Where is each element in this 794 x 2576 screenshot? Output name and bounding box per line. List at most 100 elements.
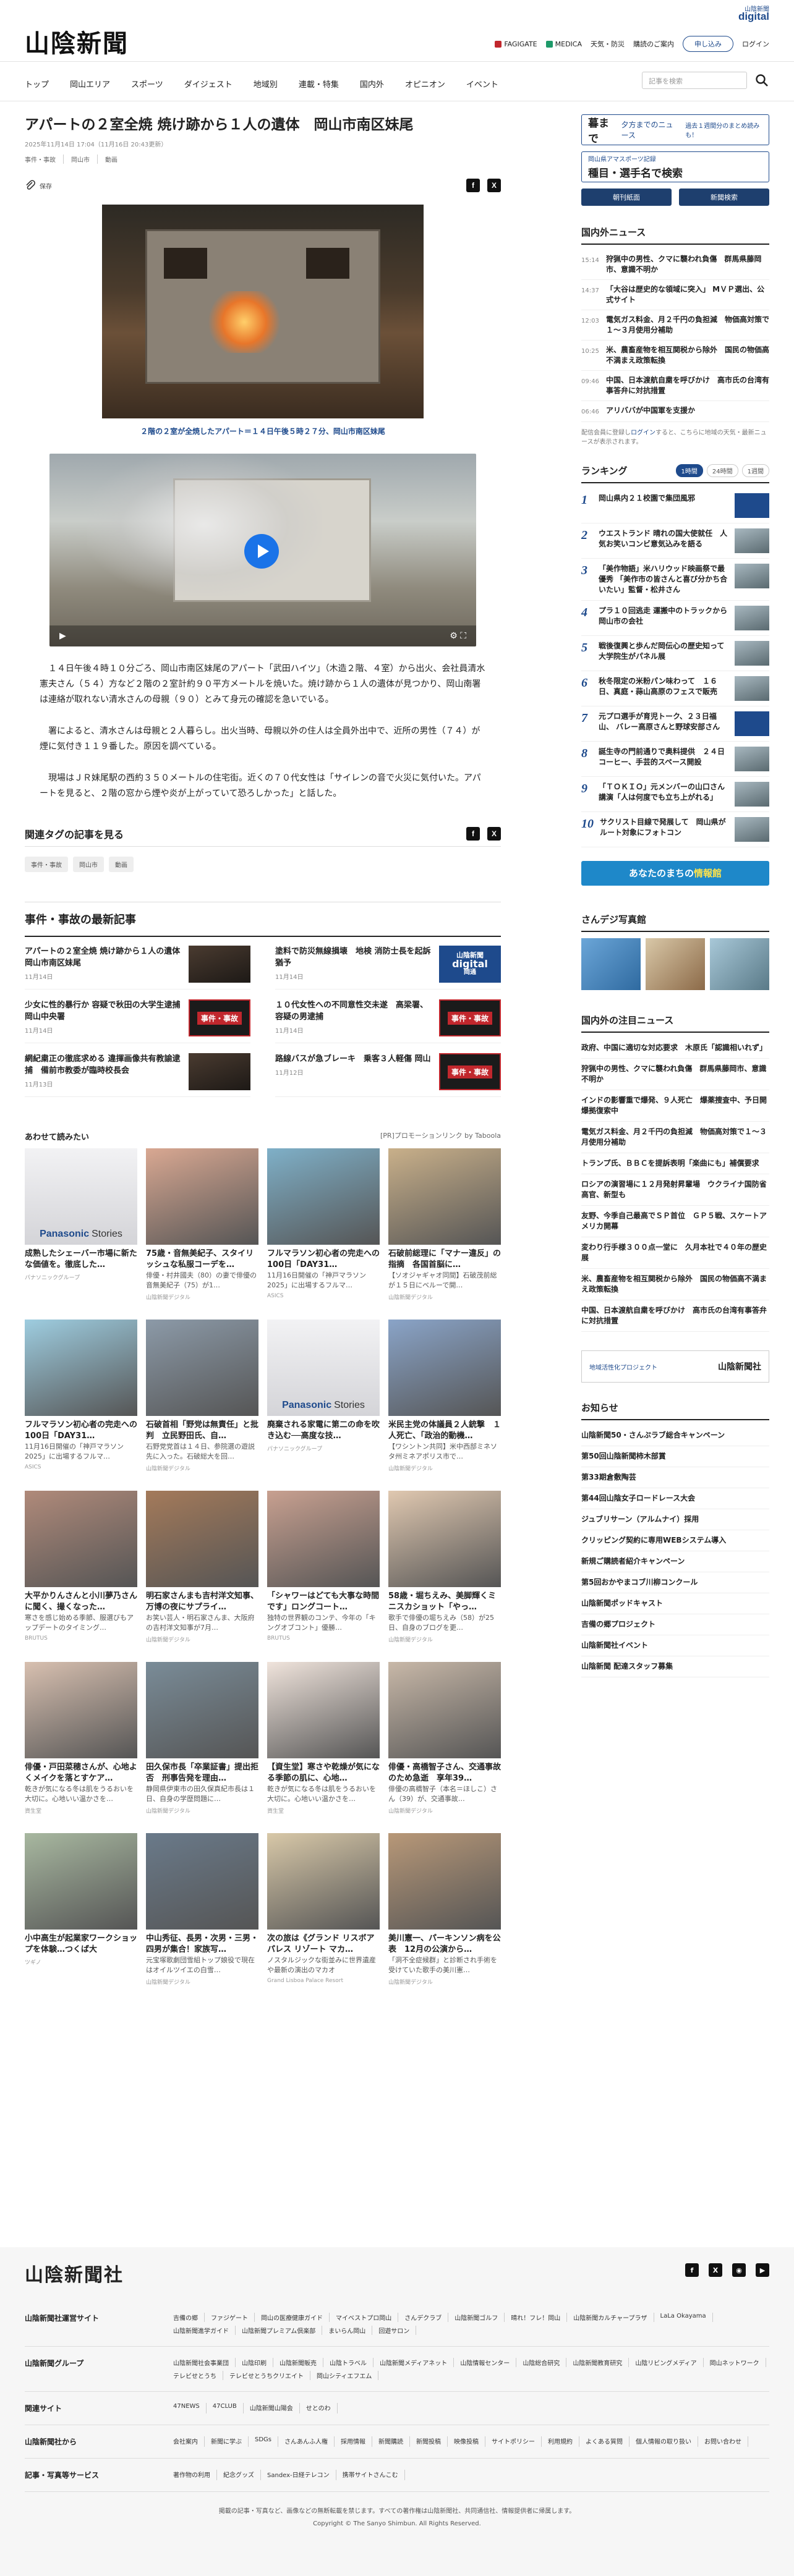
notice-item[interactable]: ジュブリサーン（アルムナイ）採用 [581,1509,769,1530]
ranking-item[interactable]: 9 「ＴＯＫＩＯ」元メンバーの山口さん講演「人は何度でも立ち上がれる」 [581,777,769,812]
footer-link[interactable]: 新聞投稿 [410,2436,448,2447]
news-item[interactable]: 06:46 アリババが中国軍を支援か [581,401,769,422]
notable-news-item[interactable]: 政府、中国に適切な対応要求 木原氏「認識相いれず」 [581,1038,769,1059]
footer-link[interactable]: 岡山ネットワーク [704,2358,766,2367]
ranking-item[interactable]: 6 秋冬限定の米粉パン味わって １６日、真庭・蒜山高原のフェスで販売 [581,671,769,706]
footer-link[interactable]: 山陰トラベル [323,2358,374,2367]
ranking-item[interactable]: 8 誕生寺の門前通りで奥料提供 ２４日コーヒー、手芸的スペース開設 [581,742,769,777]
ranking-tab-week[interactable]: 1週間 [741,464,769,477]
latest-item[interactable]: 網紀粛正の徹底求める 違揮画像共有教諭逮捕 備前市教委が臨時校長会 11月13日 [25,1053,250,1097]
footer-link[interactable]: 岡山シティエフエム [310,2371,379,2380]
footer-link[interactable]: ファジゲート [205,2313,255,2322]
news-item[interactable]: 12:03 電気ガス料金、月２千円の負担減 物価高対策で１～３月使用分補助 [581,310,769,341]
footer-link[interactable]: お問い合わせ [698,2436,749,2447]
news-item[interactable]: 10:25 米、農畜産物を相互関税から除外 国民の物価高不満まえ政策転換 [581,341,769,371]
notice-item[interactable]: 山陰新聞社イベント [581,1635,769,1656]
footer-logo[interactable]: 山陰新聞社 [25,2260,769,2287]
tag-link[interactable]: 事件・事故 [25,155,64,164]
ranking-item[interactable]: 10 サクリスト目線で発展して 岡山県がルート対象にフォトコン [581,812,769,847]
notable-news-item[interactable]: ロシアの演習場に１２月発射昇輩場 ウクライナ国防省高官、新型も [581,1174,769,1206]
notable-news-item[interactable]: 狩猟中の男性、クマに襲われ負傷 群馬県藤岡市、意識不明か [581,1059,769,1090]
settings-icon[interactable]: ⚙ ⛶ [450,631,466,641]
regional-project-banner[interactable]: 地域活性化プロジェクト 山陰新聞社 [581,1350,769,1383]
x-icon[interactable]: X [487,827,501,841]
footer-link[interactable]: 山陰リビングメディア [629,2358,704,2367]
footer-link[interactable]: 山陰新聞教育研究 [566,2358,630,2367]
latest-item[interactable]: アパートの２室全焼 焼け跡から１人の遺体 岡山市南区妹尾 11月14日 [25,946,250,989]
ranking-item[interactable]: 3 「美作物語」米ハリウッド映画祭で最優秀 「美作市の皆さんと喜び分かち合いたい」… [581,559,769,601]
gallery-photo[interactable] [646,938,705,990]
footer-link[interactable]: まいらん岡山 [322,2326,373,2335]
recommend-card[interactable]: Panasonic Stories 廃棄される家電に第二の命を吹き込む──高度な技…… [267,1320,380,1472]
photo-gallery-title[interactable]: さんデジ写真館 [581,913,769,932]
footer-link[interactable]: 晴れ！フレ！岡山 [505,2313,568,2322]
recommend-card[interactable]: 小中高生が起業家ワークショップを体験…つくば大 ツギノ [25,1833,137,1986]
save-button[interactable]: 保存 [25,180,52,191]
x-icon[interactable]: X [487,179,501,192]
youtube-icon[interactable]: ▶ [756,2263,769,2277]
notice-item[interactable]: 吉備の郷プロジェクト [581,1614,769,1635]
footer-link[interactable]: テレビせとうち [167,2371,223,2380]
footer-link[interactable]: 著作物の利用 [167,2470,217,2480]
footer-link[interactable]: 映像投稿 [448,2436,486,2447]
latest-item[interactable]: 少女に性的暴行か 容疑で秋田の大学生逮捕 岡山中央署 11月14日 事件・事故 [25,999,250,1043]
footer-link[interactable]: サイトポリシー [485,2436,542,2447]
article-photo[interactable] [102,205,424,418]
play-small-icon[interactable]: ▶ [59,631,66,641]
facebook-icon[interactable]: f [685,2263,699,2277]
recommend-card[interactable]: フルマラソン初心者の完走への100日「DAY31… 11月16日開催の「神戸マラソ… [267,1148,380,1301]
recommend-card[interactable]: フルマラソン初心者の完走への100日「DAY31… 11月16日開催の「神戸マラソ… [25,1320,137,1472]
sports-record-banner[interactable]: 岡山県アマスポーツ記録 種目・選手名で検索 [581,151,769,182]
recommend-card[interactable]: 明石家さんまも吉村洋文知事、万博の夜にサプライ… お笑い芸人・明石家さんま、大阪府… [146,1491,258,1643]
footer-link[interactable]: マイベストプロ岡山 [330,2313,399,2322]
footer-link[interactable]: 回遊サロン [372,2326,417,2335]
footer-link[interactable]: 採用情報 [335,2436,373,2447]
footer-link[interactable]: 山陰新聞販売 [273,2358,323,2367]
ranking-item[interactable]: 7 元プロ選手が育児トーク、２３日福山、 バレー高原さんと野球安部さん [581,706,769,742]
notable-news-item[interactable]: 友野、今季自己最高でＳＰ首位 ＧＰ５戦、スケートアメリカ開幕 [581,1206,769,1237]
ranking-item[interactable]: 2 ウエストランド 晴れの国大使就任 人気お笑いコンビ意気込みを語る [581,523,769,559]
footer-link[interactable]: 個人情報の取り扱い [630,2436,699,2447]
ranking-item[interactable]: 4 プラ１０回逃走 運搬中のトラックから 岡山市の会社 [581,601,769,636]
notable-news-item[interactable]: 変わり行手様３００点一堂に 久月本社で４０年の歴史展 [581,1237,769,1269]
footer-link[interactable]: 山陰新聞山陽会 [244,2403,300,2413]
recommend-card[interactable]: 大平かりんさんと小川夢乃さんに聞く、撮くなった… 寒さを感じ始める季節、服選びもア… [25,1491,137,1643]
footer-link[interactable]: 山陰新聞カルチャープラザ [567,2313,654,2322]
morning-paper-button[interactable]: 朝刊紙面 [581,189,672,206]
tag-chip[interactable]: 事件・事故 [25,857,68,872]
footer-link[interactable]: よくある質問 [579,2436,630,2447]
gallery-photo[interactable] [710,938,769,990]
notable-news-item[interactable]: 米、農畜産物を相互関税から除外 国民の物価高不満まえ政策転換 [581,1269,769,1300]
footer-link[interactable]: 新聞購読 [372,2436,411,2447]
footer-link[interactable]: 携帯サイトさんこむ [336,2470,405,2480]
footer-link[interactable]: 山陰印刷 [236,2358,273,2367]
ranking-tab-day[interactable]: 24時間 [706,464,738,477]
footer-link[interactable]: さんデクラブ [398,2313,449,2322]
footer-link[interactable]: 山陰新聞進学ガイド [167,2326,236,2335]
notable-news-item[interactable]: 中国、日本渡航自粛を呼びかけ 高市氏の台湾有事答弁に対抗措置 [581,1300,769,1332]
recommend-card[interactable]: 俳優・戸田菜穂さんが、心地よくメイクを落とすケア… 乾きが気になる冬は肌をうるおい… [25,1662,137,1815]
recommend-card[interactable]: Panasonic Stories 成熟したシェーバー市場に新たな価値を。徹底した…… [25,1148,137,1301]
footer-link[interactable]: 山陰情報センター [454,2358,517,2367]
latest-item[interactable]: １０代女性への不同意性交未遂 高梁署、容疑の男逮捕 11月14日 事件・事故 [275,999,501,1043]
ranking-item[interactable]: 5 戦後復興と歩んだ岡伝心の歴史知って 大学院生がパネル展 [581,636,769,671]
paper-search-button[interactable]: 新聞検索 [679,189,769,206]
notice-item[interactable]: 山陰新聞ポッドキャスト [581,1593,769,1614]
footer-link[interactable]: 47CLUB [207,2403,244,2413]
notable-news-item[interactable]: トランプ氏、ＢＢＣを提訴表明「楽曲にも」補償要求 [581,1153,769,1174]
footer-link[interactable]: Sandex-日経テレコン [261,2470,336,2480]
tag-link[interactable]: 動画 [98,155,125,164]
footer-link[interactable]: 岡山の医療健康ガイド [255,2313,330,2322]
footer-link[interactable]: テレビせとうちクリエイト [223,2371,310,2380]
notice-item[interactable]: 第5回おかやまコブ川柳コンクール [581,1572,769,1593]
town-info-banner[interactable]: あなたのまちの情報館 [581,861,769,886]
recommend-card[interactable]: 美川憲一、パーキンソン病を公表 12月の公演から… 「洞不全症候群」と診断され手術… [388,1833,501,1986]
notice-item[interactable]: 新規ご購読者紹介キャンペーン [581,1551,769,1572]
x-icon[interactable]: X [709,2263,722,2277]
latest-item[interactable]: 塗料で防災無線損壊 地検 消防士長を起訴猶予 11月14日 山陰新聞 digital 岡… [275,946,501,989]
ranking-tab-hour[interactable]: 1時間 [675,464,703,477]
tag-link[interactable]: 岡山市 [64,155,98,164]
recommend-card[interactable]: 次の旅は《グランド リスボア パレス リゾート マカ… ノスタルジックな街並みに世… [267,1833,380,1986]
rss-icon[interactable]: ◉ [732,2263,746,2277]
footer-link[interactable]: 47NEWS [167,2403,207,2413]
